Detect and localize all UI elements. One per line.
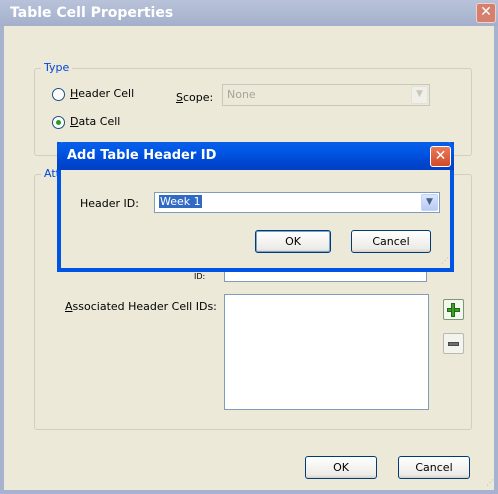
associated-ids-accel: A <box>65 300 73 313</box>
header-id-value: Week 1 <box>159 195 202 208</box>
resize-grip-icon[interactable]: ⋰ <box>486 478 494 487</box>
scope-accel: S <box>176 91 183 104</box>
minus-icon <box>448 342 459 346</box>
id-label: ID: <box>194 272 206 281</box>
close-icon: ✕ <box>480 4 492 20</box>
header-cell-label[interactable]: Header Cell <box>70 87 134 100</box>
modal-ok-button[interactable]: OK <box>255 230 331 253</box>
associated-ids-rest: ssociated Header Cell IDs: <box>72 300 217 313</box>
modal-title: Add Table Header ID <box>67 148 217 163</box>
header-id-combobox[interactable]: Week 1 ▼ <box>154 192 440 213</box>
associated-ids-list[interactable] <box>224 294 429 410</box>
chevron-down-icon[interactable]: ▼ <box>421 194 438 211</box>
scope-rest: cope: <box>182 91 214 104</box>
header-cell-rest: eader Cell <box>78 87 135 100</box>
cancel-button[interactable]: Cancel <box>398 456 470 479</box>
type-group-legend: Type <box>41 61 73 74</box>
data-cell-radio[interactable] <box>52 116 65 129</box>
data-cell-rest: ata Cell <box>78 115 121 128</box>
modal-titlebar[interactable]: Add Table Header ID ✕ <box>57 142 454 170</box>
scope-label: Scope: <box>176 91 213 104</box>
dialog-title: Table Cell Properties <box>10 5 174 21</box>
close-icon: ✕ <box>434 148 447 164</box>
remove-header-id-button[interactable] <box>443 333 464 354</box>
dialog-titlebar[interactable]: Table Cell Properties ✕ <box>0 0 498 26</box>
dialog-close-button[interactable]: ✕ <box>476 3 496 23</box>
scope-value: None <box>227 88 256 101</box>
chevron-down-icon: ▼ <box>411 86 428 104</box>
data-cell-label[interactable]: Data Cell <box>70 115 120 128</box>
modal-cancel-button[interactable]: Cancel <box>351 230 431 253</box>
add-header-id-button[interactable] <box>443 299 464 320</box>
associated-ids-label: Associated Header Cell IDs: <box>65 300 217 313</box>
header-cell-radio[interactable] <box>52 88 65 101</box>
ok-button[interactable]: OK <box>305 456 377 479</box>
header-id-label: Header ID: <box>80 197 139 210</box>
resize-grip-icon[interactable]: ⋰ <box>441 256 449 265</box>
add-table-header-id-dialog: Add Table Header ID ✕ Header ID: Week 1 … <box>57 142 454 272</box>
modal-close-button[interactable]: ✕ <box>430 146 451 167</box>
scope-select[interactable]: None ▼ <box>222 84 430 106</box>
